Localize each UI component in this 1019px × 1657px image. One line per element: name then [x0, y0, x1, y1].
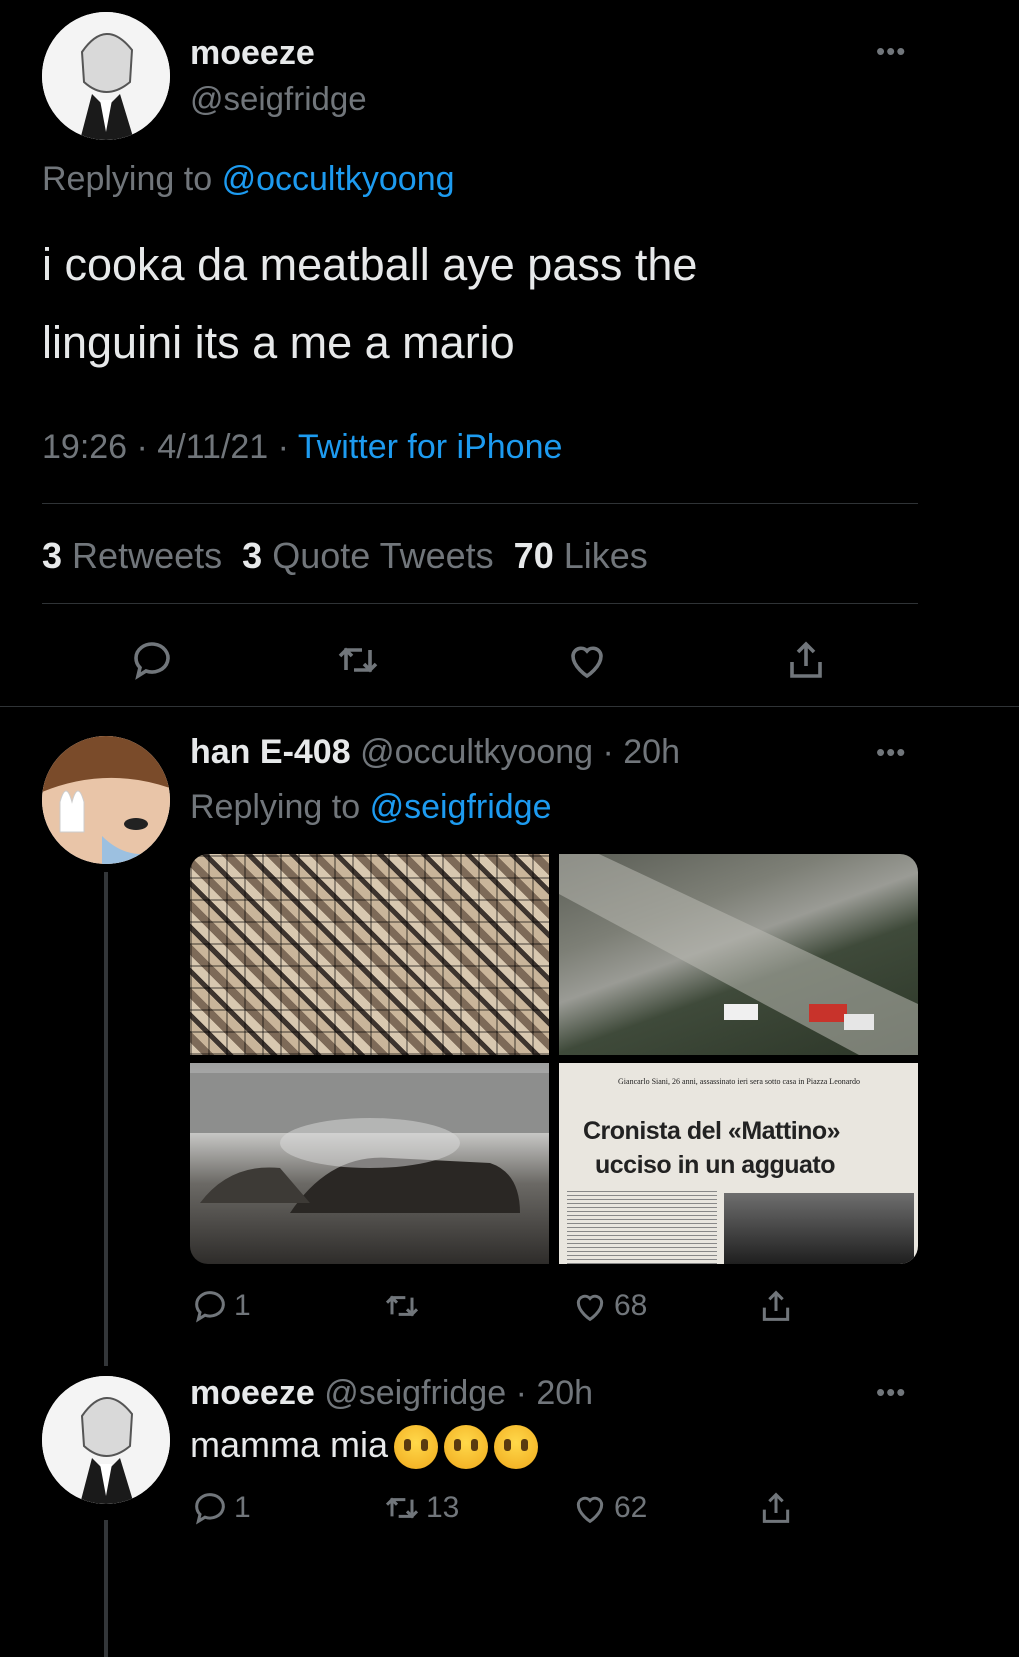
- avatar[interactable]: [42, 12, 170, 140]
- replying-to-link[interactable]: @seigfridge: [370, 788, 552, 826]
- newspaper-photo: [724, 1193, 914, 1264]
- more-options-icon[interactable]: •••: [876, 1377, 906, 1408]
- thread-line: [104, 872, 108, 1366]
- likes-count: 70: [513, 535, 554, 576]
- share-icon[interactable]: [782, 636, 830, 684]
- quote-tweets-label: Quote Tweets: [272, 535, 494, 576]
- tweet-text-line: linguini its a me a mario: [42, 317, 515, 368]
- newspaper-headline: Cronista del «Mattino»: [583, 1117, 841, 1145]
- tweet-meta: 19:26 · 4/11/21 · Twitter for iPhone: [42, 428, 562, 467]
- author-name[interactable]: han E-408: [190, 733, 351, 771]
- quote-tweets-stat[interactable]: 3 Quote Tweets: [242, 535, 494, 576]
- share-icon[interactable]: [756, 1286, 796, 1326]
- author-handle-time[interactable]: @seigfridge · 20h: [324, 1374, 593, 1412]
- crying-face-icon: [494, 1425, 539, 1470]
- engagement-stats: 3 Retweets 3 Quote Tweets 70 Likes: [42, 535, 648, 577]
- like-count: 62: [614, 1491, 648, 1524]
- tweet-source-link[interactable]: Twitter for iPhone: [298, 428, 563, 466]
- reply-icon[interactable]: [190, 1488, 230, 1528]
- replying-to-link[interactable]: @occultkyoong: [222, 160, 455, 198]
- reply-count: 1: [234, 1491, 251, 1524]
- retweets-stat[interactable]: 3 Retweets: [42, 535, 222, 576]
- reply-header: han E-408 @occultkyoong · 20h: [190, 733, 680, 772]
- author-handle-time[interactable]: @occultkyoong · 20h: [360, 733, 680, 771]
- divider: [0, 706, 1019, 707]
- photo-portrait-collage[interactable]: [190, 854, 549, 1055]
- tweet-text-line: i cooka da meatball aye pass the: [42, 239, 698, 290]
- likes-stat[interactable]: 70 Likes: [514, 535, 648, 576]
- crying-face-icon: [394, 1425, 439, 1470]
- tweet-timestamp: 19:26 · 4/11/21 ·: [42, 428, 289, 466]
- replying-to-label: Replying to: [42, 160, 213, 198]
- like-count: 68: [614, 1289, 648, 1322]
- reply-header: moeeze @seigfridge · 20h: [190, 1374, 593, 1413]
- like-icon[interactable]: [563, 636, 611, 684]
- photo-burned-car[interactable]: [190, 1063, 549, 1264]
- crying-face-icon: [444, 1425, 489, 1470]
- like-icon[interactable]: [570, 1286, 610, 1326]
- more-options-icon[interactable]: •••: [876, 36, 906, 67]
- retweet-count: 13: [426, 1491, 460, 1524]
- share-icon[interactable]: [756, 1488, 796, 1528]
- divider: [42, 503, 918, 504]
- reply-icon[interactable]: [128, 636, 176, 684]
- divider: [42, 603, 918, 604]
- author-name[interactable]: moeeze: [190, 1374, 315, 1412]
- replying-to-line: Replying to @seigfridge: [190, 788, 552, 827]
- replying-to-line: Replying to @occultkyoong: [42, 160, 455, 199]
- retweets-label: Retweets: [72, 535, 223, 576]
- reply-count: 1: [234, 1289, 251, 1322]
- likes-label: Likes: [563, 535, 648, 576]
- quote-tweets-count: 3: [242, 535, 263, 576]
- tweet-text: i cooka da meatball aye pass the linguin…: [42, 226, 697, 382]
- avatar[interactable]: [42, 736, 170, 864]
- avatar[interactable]: [42, 1376, 170, 1504]
- replying-to-label: Replying to: [190, 788, 361, 826]
- tweet-text-content: mamma mia: [190, 1424, 389, 1465]
- more-options-icon[interactable]: •••: [876, 737, 906, 768]
- retweet-icon[interactable]: [334, 636, 382, 684]
- newspaper-headline: ucciso in un agguato: [595, 1151, 836, 1179]
- retweets-count: 3: [42, 535, 63, 576]
- retweet-icon[interactable]: [382, 1286, 422, 1326]
- photo-aerial-scene[interactable]: [559, 854, 918, 1055]
- reply-icon[interactable]: [190, 1286, 230, 1326]
- media-grid[interactable]: Giancarlo Siani, 26 anni, assassinato ie…: [190, 854, 918, 1264]
- newspaper-columns: [567, 1191, 717, 1264]
- author-handle[interactable]: @seigfridge: [190, 80, 367, 118]
- author-name[interactable]: moeeze: [190, 34, 315, 73]
- like-icon[interactable]: [570, 1488, 610, 1528]
- thread-line: [104, 1520, 108, 1657]
- tweet-text: mamma mia: [190, 1424, 539, 1470]
- retweet-icon[interactable]: [382, 1488, 422, 1528]
- newspaper-subhead: Giancarlo Siani, 26 anni, assassinato ie…: [618, 1077, 860, 1086]
- photo-newspaper-clipping[interactable]: Giancarlo Siani, 26 anni, assassinato ie…: [559, 1063, 918, 1264]
